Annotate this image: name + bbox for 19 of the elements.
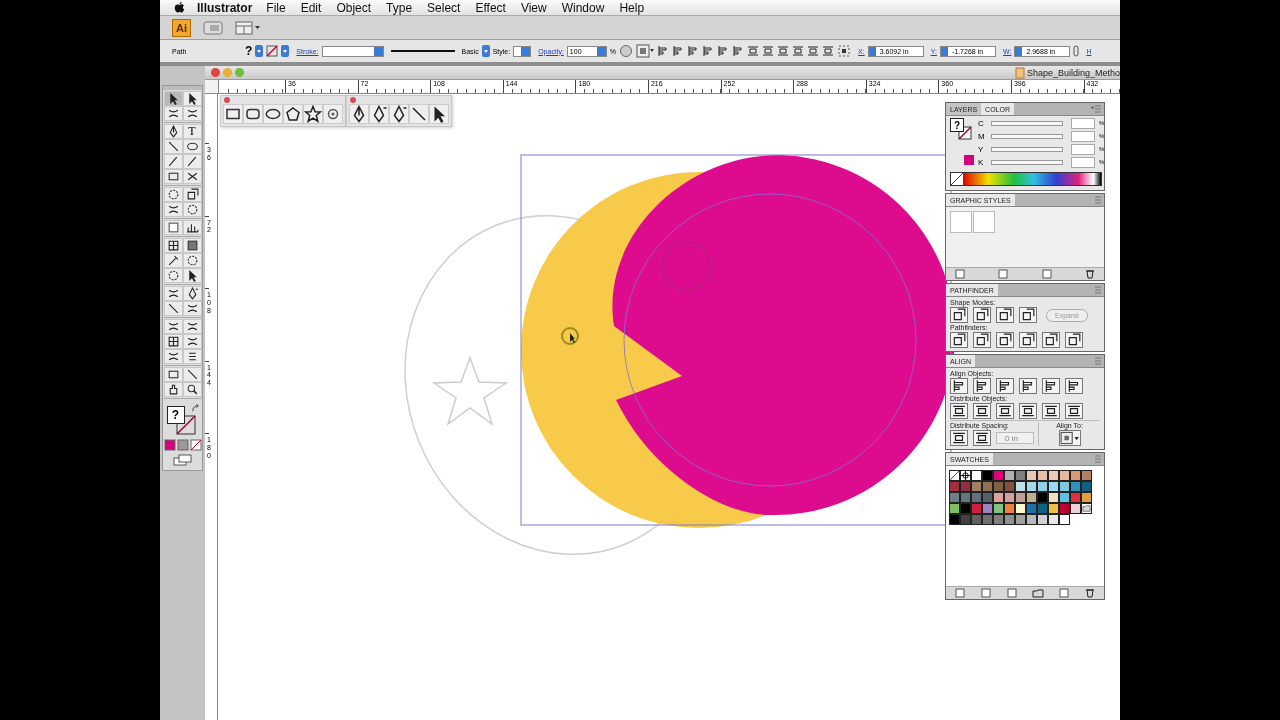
menu-item[interactable]: View — [520, 0, 547, 15]
channel-label: Y — [978, 144, 985, 154]
document-title: Shape_Building_Metho — [1026, 67, 1120, 78]
menu-item[interactable]: Type — [386, 0, 413, 15]
channel-label: C — [978, 118, 985, 128]
menu-item[interactable]: Edit — [300, 0, 322, 15]
app-logo: Ai — [172, 18, 191, 37]
menu-item[interactable]: File — [266, 0, 286, 15]
menu-item[interactable]: Effect — [475, 0, 506, 15]
channel-label: K — [978, 157, 985, 167]
fill-swatch[interactable]: ? — [245, 44, 253, 58]
menu-item[interactable]: Select — [427, 0, 461, 15]
channel-label: M — [978, 131, 986, 141]
menu-item[interactable]: Help — [619, 0, 645, 15]
fill-swatch[interactable]: ? — [950, 118, 964, 132]
menu-item[interactable]: Window — [561, 0, 605, 15]
menu-item[interactable]: Object — [336, 0, 372, 15]
app-name[interactable]: Illustrator — [197, 0, 253, 15]
fill-swatch[interactable]: ? — [166, 406, 185, 424]
